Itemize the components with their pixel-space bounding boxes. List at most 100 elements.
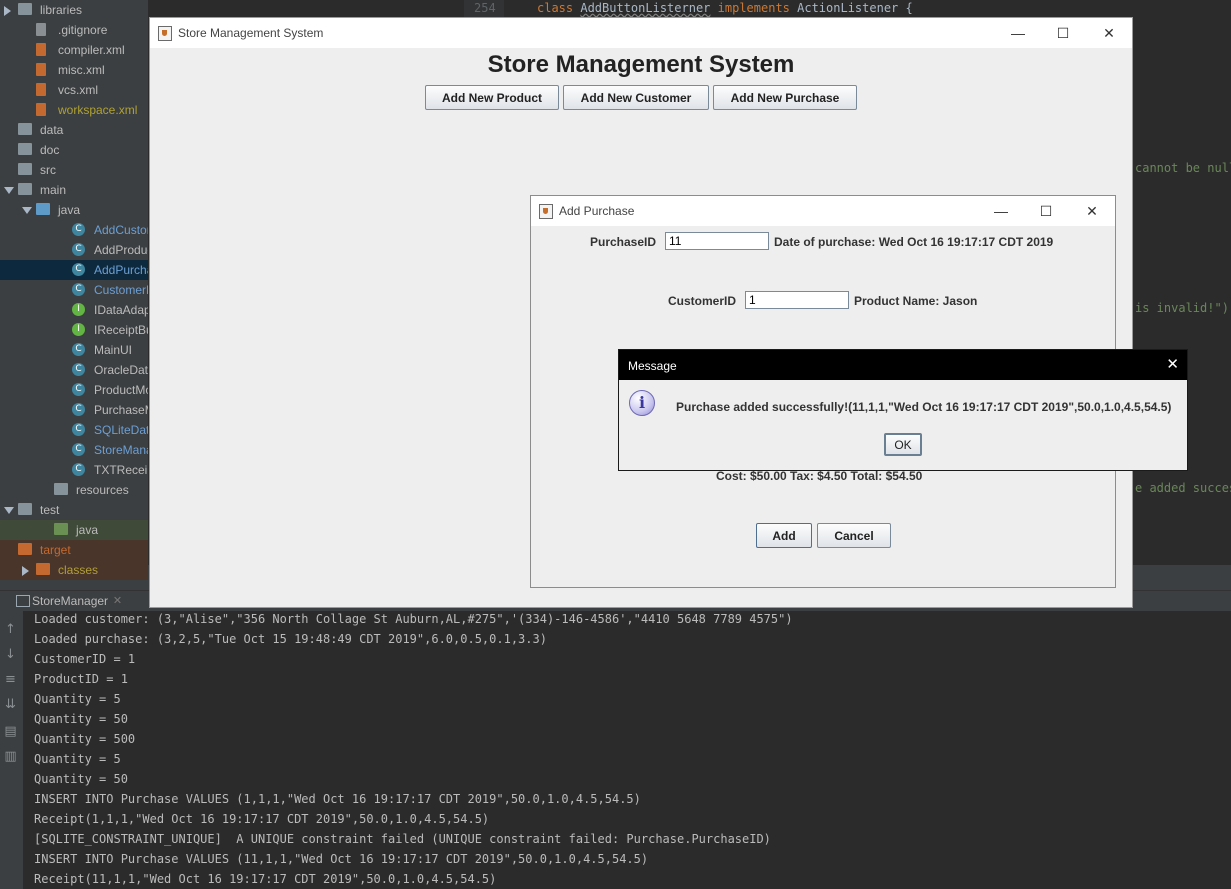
console-line: ProductID = 1 <box>34 672 128 686</box>
tree-item[interactable]: C AddProductU <box>0 240 148 260</box>
tree-item-label: resources <box>76 483 129 497</box>
close-button[interactable]: ✕ <box>1094 22 1124 44</box>
tree-item[interactable]: resources <box>0 480 148 500</box>
tree-item[interactable]: C MainUI <box>0 340 148 360</box>
class-icon: C <box>72 383 85 396</box>
folder-icon <box>18 503 32 515</box>
console-output[interactable]: Loaded customer: (3,"Alise","356 North C… <box>24 611 1231 889</box>
cancel-button[interactable]: Cancel <box>817 523 891 548</box>
tree-item[interactable]: data <box>0 120 148 140</box>
project-tree: libraries .gitignore compiler.xml misc.xml v… <box>0 0 148 590</box>
class-icon: C <box>72 403 85 416</box>
class-icon: C <box>72 343 85 356</box>
class-icon: C <box>72 443 85 456</box>
tree-item-label: AddPurchase <box>94 263 148 277</box>
tree-item[interactable]: src <box>0 160 148 180</box>
minimize-button[interactable]: — <box>986 200 1016 222</box>
tree-item[interactable]: C TXTReceiptBu <box>0 460 148 480</box>
add-customer-button[interactable]: Add New Customer <box>563 85 709 110</box>
file-icon <box>36 43 46 56</box>
tree-item[interactable]: I IDataAdapter <box>0 300 148 320</box>
maximize-button[interactable]: ☐ <box>1048 22 1078 44</box>
tree-item[interactable]: vcs.xml <box>0 80 148 100</box>
close-tab-icon[interactable]: ✕ <box>113 591 122 611</box>
tree-item[interactable]: doc <box>0 140 148 160</box>
folder-icon <box>36 563 50 575</box>
message-title: Message <box>628 359 677 373</box>
tree-item[interactable]: workspace.xml <box>0 100 148 120</box>
down-arrow-icon[interactable]: ↓ <box>3 648 18 662</box>
tree-item[interactable]: C OracleDataAd <box>0 360 148 380</box>
interface-icon: I <box>72 303 85 316</box>
tree-item[interactable]: C ProductMode <box>0 380 148 400</box>
file-icon <box>36 83 46 96</box>
tree-item-label: main <box>40 183 67 197</box>
expanded-arrow-icon[interactable] <box>22 207 32 214</box>
tree-item[interactable]: C PurchaseMod <box>0 400 148 420</box>
tree-item[interactable]: C AddCustomer <box>0 220 148 240</box>
class-icon: C <box>72 223 85 236</box>
tree-item[interactable]: misc.xml <box>0 60 148 80</box>
console-line: [SQLITE_CONSTRAINT_UNIQUE] A UNIQUE cons… <box>34 832 771 846</box>
main-window-titlebar[interactable]: Store Management System — ☐ ✕ <box>150 18 1132 48</box>
maximize-button[interactable]: ☐ <box>1031 200 1061 222</box>
tree-item[interactable]: C AddPurchase <box>0 260 148 280</box>
expanded-arrow-icon[interactable] <box>4 187 14 194</box>
console-icon <box>16 595 30 607</box>
run-tab[interactable]: StoreManager ✕ <box>8 591 122 611</box>
add-purchase-titlebar[interactable]: Add Purchase — ☐ ✕ <box>531 196 1115 226</box>
close-icon[interactable]: ✕ <box>1166 355 1179 373</box>
ok-button[interactable]: OK <box>884 433 922 456</box>
tree-item-label: AddProductU <box>94 243 148 257</box>
tree-item[interactable]: I IReceiptBuilde <box>0 320 148 340</box>
message-titlebar[interactable]: Message ✕ <box>619 350 1187 380</box>
add-purchase-button[interactable]: Add New Purchase <box>713 85 857 110</box>
collapsed-arrow-icon[interactable] <box>4 6 11 16</box>
soft-wrap-icon[interactable]: ≡ <box>3 673 18 687</box>
tree-item-label: java <box>58 203 81 217</box>
line-number: 254 <box>474 1 496 15</box>
file-icon <box>36 23 46 36</box>
message-dialog: Message ✕ i Purchase added successfully!… <box>618 349 1188 471</box>
customer-id-label: CustomerID <box>668 294 737 308</box>
tree-item[interactable]: classes <box>0 560 148 580</box>
tree-item[interactable]: C StoreManager <box>0 440 148 460</box>
console-line: Loaded customer: (3,"Alise","356 North C… <box>34 612 793 626</box>
scroll-to-end-icon[interactable]: ⇊ <box>3 698 18 712</box>
folder-icon <box>18 3 32 15</box>
minimize-button[interactable]: — <box>1003 22 1033 44</box>
tree-item[interactable]: main <box>0 180 148 200</box>
trash-icon[interactable]: ▥ <box>3 750 18 764</box>
purchase-id-field[interactable]: 11 <box>665 232 769 250</box>
file-icon <box>36 63 46 76</box>
tree-item[interactable]: java <box>0 200 148 220</box>
tree-item[interactable]: .gitignore <box>0 20 148 40</box>
code-fragment: cannot be null <box>1135 161 1231 175</box>
folder-icon <box>18 543 32 555</box>
tree-item[interactable]: test <box>0 500 148 520</box>
close-button[interactable]: ✕ <box>1077 200 1107 222</box>
tree-item-label: SQLiteDataAd <box>94 423 148 437</box>
tree-item[interactable]: target <box>0 540 148 560</box>
class-icon: C <box>72 463 85 476</box>
customer-id-field[interactable]: 1 <box>745 291 849 309</box>
expanded-arrow-icon[interactable] <box>4 507 14 514</box>
collapsed-arrow-icon[interactable] <box>22 566 29 576</box>
console-line: Quantity = 50 <box>34 772 128 786</box>
info-icon: i <box>629 390 655 416</box>
product-name-label: Product Name: Jason <box>854 294 978 308</box>
tree-item[interactable]: java <box>0 520 148 540</box>
up-arrow-icon[interactable]: ↑ <box>3 623 18 637</box>
add-button[interactable]: Add <box>756 523 812 548</box>
print-icon[interactable]: ▤ <box>3 725 18 739</box>
code-interface: ActionListener { <box>797 1 913 15</box>
tree-item[interactable]: C CustomerMod <box>0 280 148 300</box>
code-keyword: class <box>537 1 574 15</box>
code-line[interactable]: class AddButtonListerner implements Acti… <box>537 1 913 15</box>
tree-item-label: .gitignore <box>58 23 108 37</box>
add-product-button[interactable]: Add New Product <box>425 85 559 110</box>
tree-item[interactable]: compiler.xml <box>0 40 148 60</box>
tree-item-label: StoreManager <box>94 443 148 457</box>
tree-item[interactable]: C SQLiteDataAd <box>0 420 148 440</box>
tree-item[interactable]: libraries <box>0 0 148 20</box>
